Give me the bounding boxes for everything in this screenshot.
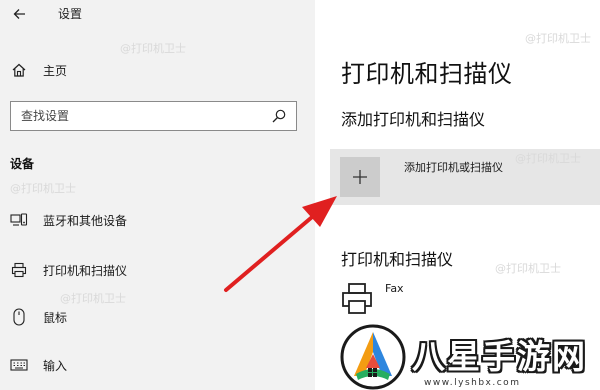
sidebar-item-home[interactable]: 主页 (0, 55, 315, 85)
logo-name: 八星手游网 (412, 337, 587, 376)
printer-icon (10, 261, 28, 279)
page-title: 打印机和扫描仪 (341, 60, 513, 88)
printer-item-fax[interactable]: Fax (341, 280, 581, 320)
logo-url: www.lyshbx.com (424, 378, 521, 388)
back-arrow-icon (13, 9, 25, 19)
keyboard-icon (10, 356, 28, 374)
add-section-heading: 添加打印机和扫描仪 (341, 110, 486, 129)
watermark: @打印机卫士 (495, 262, 561, 275)
watermark: @打印机卫士 (525, 32, 591, 45)
back-button[interactable] (8, 2, 32, 26)
search-box[interactable] (10, 101, 297, 131)
add-tile (340, 157, 380, 197)
search-input[interactable] (11, 103, 251, 129)
bluetooth-devices-icon (10, 211, 28, 229)
printers-list-heading: 打印机和扫描仪 (341, 250, 454, 269)
home-icon (10, 61, 28, 79)
sidebar: 设置 主页 设备 蓝牙和其他设备 (0, 0, 315, 390)
plus-icon (353, 170, 367, 184)
window-title: 设置 (58, 7, 83, 21)
site-logo: 八星手游网 www.lyshbx.com (340, 322, 600, 390)
section-heading-devices: 设备 (10, 157, 35, 171)
sidebar-item-label: 主页 (43, 63, 68, 78)
sidebar-item-label: 鼠标 (43, 310, 68, 325)
sidebar-item-label: 打印机和扫描仪 (43, 263, 128, 278)
sidebar-item-input[interactable]: 输入 (0, 350, 315, 380)
logo-emblem-icon (340, 324, 406, 390)
sidebar-item-label: 输入 (43, 358, 68, 373)
search-icon[interactable] (272, 109, 286, 123)
mouse-icon (10, 308, 28, 326)
sidebar-item-label: 蓝牙和其他设备 (43, 213, 128, 228)
add-printer-button[interactable]: 添加打印机或扫描仪 (330, 149, 600, 205)
watermark: @打印机卫士 (10, 182, 76, 195)
sidebar-item-mouse[interactable]: 鼠标 (0, 302, 315, 332)
watermark: @打印机卫士 (120, 42, 186, 55)
printer-icon (342, 283, 372, 314)
sidebar-item-bluetooth[interactable]: 蓝牙和其他设备 (0, 205, 315, 235)
add-printer-label: 添加打印机或扫描仪 (404, 161, 503, 174)
sidebar-item-printers[interactable]: 打印机和扫描仪 (0, 255, 315, 285)
printer-name: Fax (385, 282, 404, 295)
